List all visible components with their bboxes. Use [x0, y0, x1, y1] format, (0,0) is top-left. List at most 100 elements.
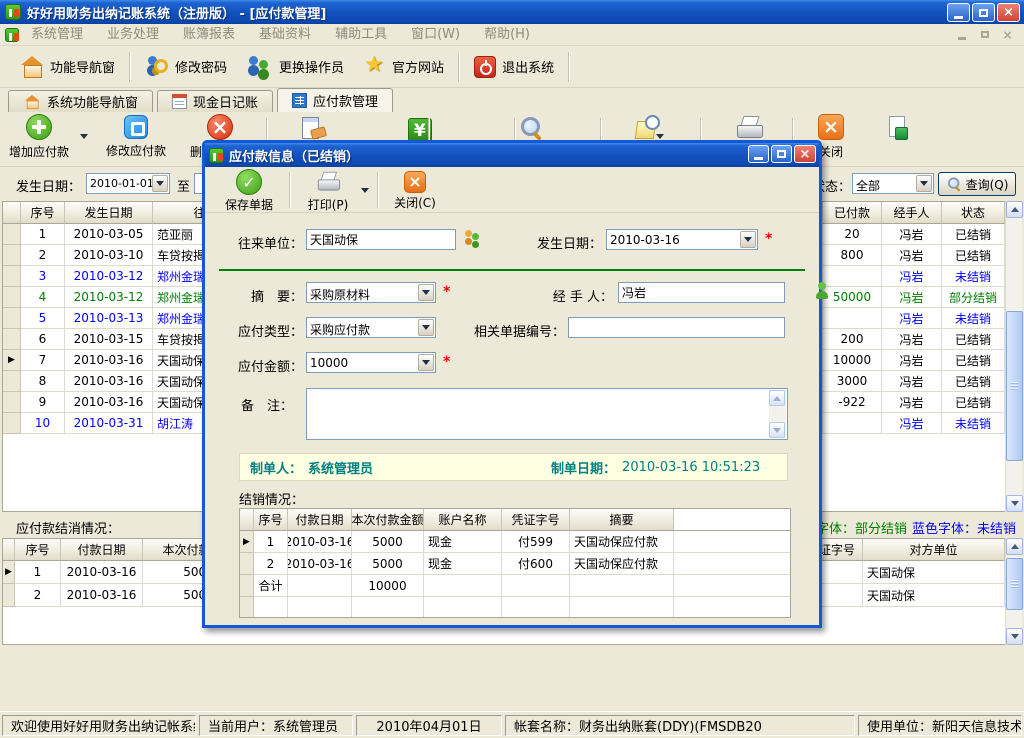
occur-date-combo[interactable]: 2010-03-16: [606, 229, 758, 250]
add-dropdown-caret[interactable]: [80, 128, 88, 142]
header-date[interactable]: 付款日期: [61, 539, 143, 561]
row-selector: [3, 245, 21, 266]
combo-dropdown-button[interactable]: [418, 354, 434, 371]
dialog-restore-button[interactable]: [771, 145, 792, 163]
combo-dropdown-button[interactable]: [418, 284, 434, 301]
header-seq[interactable]: 序号: [15, 539, 61, 561]
print-dropdown-caret[interactable]: [361, 182, 369, 196]
scroll-thumb[interactable]: [1006, 311, 1023, 461]
note-textarea[interactable]: [306, 388, 788, 440]
unit-field-input[interactable]: [306, 229, 456, 250]
cell-paid: 50000: [823, 287, 882, 308]
header-status[interactable]: 状态: [942, 202, 1005, 224]
header-seq[interactable]: 序号: [254, 509, 288, 531]
window-close-button[interactable]: ×: [997, 3, 1020, 22]
magnifier-icon[interactable]: [518, 115, 544, 141]
edit-payable-button[interactable]: 修改应付款: [96, 114, 176, 164]
header-counterparty[interactable]: 对方单位: [863, 539, 1005, 561]
combo-dropdown-button[interactable]: [418, 319, 434, 336]
ref-number-input[interactable]: [568, 317, 785, 338]
menu-item[interactable]: 账簿报表: [171, 24, 247, 46]
app-logo-icon: [5, 4, 21, 20]
menu-item[interactable]: 系统管理: [19, 24, 95, 46]
home-icon: [24, 94, 40, 108]
add-payable-button[interactable]: 增加应付款: [2, 114, 76, 164]
combo-dropdown-button[interactable]: [740, 231, 756, 248]
menu-item[interactable]: 帮助(H): [472, 24, 542, 46]
cell-seq: 1: [15, 561, 61, 584]
scroll-up-button[interactable]: [1006, 201, 1023, 218]
scroll-thumb[interactable]: [1006, 558, 1023, 610]
payable-amount-label: 应付金额：: [233, 356, 303, 375]
payable-amount-combo[interactable]: 10000: [306, 352, 436, 373]
textarea-scrollbar[interactable]: [769, 390, 786, 438]
scroll-up-button[interactable]: [769, 390, 785, 406]
maker-date-value: 2010-03-16 10:51:23: [622, 460, 760, 475]
header-memo[interactable]: 摘要: [570, 509, 674, 531]
tab-payables-management[interactable]: 应付款管理: [277, 88, 393, 112]
save-voucher-button[interactable]: 保存单据: [217, 169, 281, 213]
print-button[interactable]: 打印(P): [299, 169, 357, 213]
cell-counterparty: 天国动保: [863, 561, 1005, 584]
unit-picker-icon[interactable]: [463, 230, 481, 248]
table-row[interactable]: ▶ 1 2010-03-16 5000 现金 付599 天国动保应付款: [240, 531, 790, 553]
printer-icon[interactable]: [735, 115, 763, 141]
dialog-close-button[interactable]: ×: [794, 145, 816, 163]
menu-item[interactable]: 窗口(W): [399, 24, 472, 46]
combo-dropdown-button[interactable]: [152, 175, 168, 192]
dialog-close-action-button[interactable]: 关闭(C): [387, 169, 443, 211]
cell-handler: 冯岩: [882, 266, 942, 287]
settlement-scrollbar[interactable]: [1005, 538, 1022, 645]
table-row[interactable]: 2 2010-03-16 5000 现金 付600 天国动保应付款: [240, 553, 790, 575]
child-restore-button[interactable]: [974, 26, 995, 43]
window-minimize-button[interactable]: [947, 3, 970, 22]
tab-system-nav[interactable]: 系统功能导航窗: [8, 90, 153, 112]
cell-seq: 8: [21, 371, 65, 392]
handler-picker-icon[interactable]: [815, 282, 829, 300]
cell-date: 2010-03-31: [65, 413, 153, 434]
child-close-button[interactable]: ×: [997, 26, 1018, 43]
menu-item[interactable]: 业务处理: [95, 24, 171, 46]
handler-field-input[interactable]: [618, 282, 785, 303]
official-website-button[interactable]: 官方网站: [354, 52, 454, 82]
header-voucher[interactable]: 凭证字号: [502, 509, 570, 531]
menubar: 系统管理 业务处理 账簿报表 基础资料 辅助工具 窗口(W) 帮助(H) ×: [0, 24, 1024, 46]
header-paid[interactable]: 已付款: [823, 202, 882, 224]
header-account[interactable]: 账户名称: [424, 509, 502, 531]
scroll-down-button[interactable]: [769, 422, 785, 438]
dialog-app-icon: [209, 148, 224, 163]
table-row[interactable]: [240, 597, 790, 618]
status-filter-combo[interactable]: 全部: [852, 173, 934, 194]
header-handler[interactable]: 经手人: [882, 202, 942, 224]
menu-item[interactable]: 基础资料: [247, 24, 323, 46]
table-row[interactable]: 合计 10000: [240, 575, 790, 597]
cell-account: 现金: [424, 553, 502, 575]
change-password-button[interactable]: 修改密码: [135, 52, 237, 82]
required-mark: *: [443, 284, 450, 300]
combo-dropdown-button[interactable]: [916, 175, 932, 192]
menu-item[interactable]: 辅助工具: [323, 24, 399, 46]
child-minimize-button[interactable]: [951, 26, 972, 43]
scroll-down-button[interactable]: [1006, 628, 1023, 645]
excel-export-icon[interactable]: [885, 115, 909, 141]
scroll-down-button[interactable]: [1006, 495, 1023, 512]
cell-paid: 800: [823, 245, 882, 266]
header-amount[interactable]: 本次付款金额: [352, 509, 424, 531]
header-date[interactable]: 付款日期: [288, 509, 352, 531]
tab-cash-journal[interactable]: 现金日记账: [157, 90, 273, 112]
query-button[interactable]: 查询(Q): [938, 172, 1016, 196]
window-restore-button[interactable]: [972, 3, 995, 22]
document-hand-icon[interactable]: [300, 115, 326, 141]
nav-window-button[interactable]: 功能导航窗: [10, 52, 125, 82]
scroll-up-button[interactable]: [1006, 538, 1023, 555]
dialog-close-action-label: 关闭(C): [394, 194, 436, 211]
dialog-minimize-button[interactable]: [748, 145, 769, 163]
summary-combo[interactable]: 采购原材料: [306, 282, 436, 303]
date-from-combo[interactable]: 2010-01-01: [86, 173, 170, 194]
exit-system-button[interactable]: 退出系统: [464, 52, 564, 82]
switch-operator-button[interactable]: 更换操作员: [237, 52, 354, 82]
payable-type-combo[interactable]: 采购应付款: [306, 317, 436, 338]
header-date[interactable]: 发生日期: [65, 202, 153, 224]
header-seq[interactable]: 序号: [21, 202, 65, 224]
table-scrollbar[interactable]: [1005, 201, 1022, 512]
